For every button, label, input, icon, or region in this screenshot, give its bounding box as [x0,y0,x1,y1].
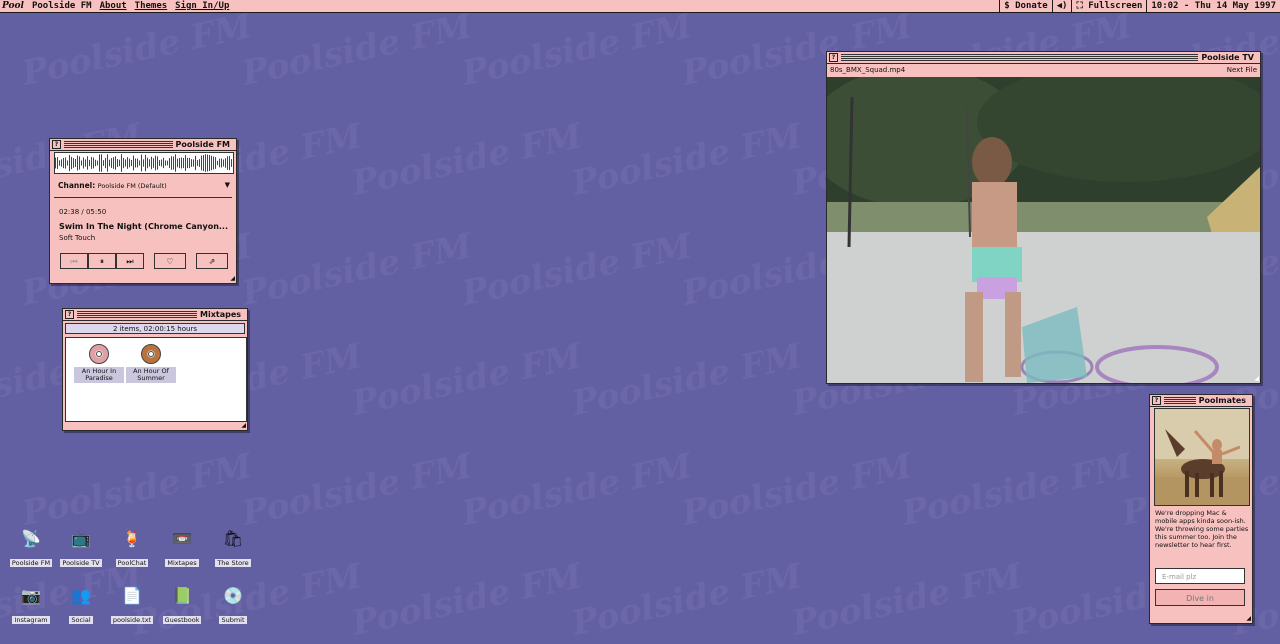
watermark-logo: Poolside FM [568,336,806,424]
document-icon: 📄 [122,586,142,605]
people-icon: 👥 [71,586,91,605]
watermark-logo: Poolside FM [458,446,696,534]
menu-app-name[interactable]: Poolside FM [32,0,92,12]
menubar: Pool Poolside FM About Themes Sign In/Up… [0,0,1280,13]
desktop-icon-mixtapes[interactable]: 📼 Mixtapes [160,528,204,569]
fullscreen-button[interactable]: ⛶ Fullscreen [1071,0,1146,12]
prev-button[interactable]: ⏮ [60,253,88,269]
watermark-logo: Poolside FM [788,556,1026,644]
tv-icon: 📺 [71,529,91,548]
radio-titlebar[interactable]: ? Poolside FM [50,139,236,151]
waveform [54,152,234,174]
pause-button[interactable]: ⏸ [88,253,116,269]
watermark-logo: Poolside FM [18,6,256,94]
video-player[interactable] [827,77,1260,383]
apple-logo[interactable]: Pool [2,0,24,12]
track-time: 02:38 / 05:50 [59,208,107,216]
tv-title: Poolside TV [1198,52,1257,63]
poolmates-titlebar[interactable]: ? Poolmates [1150,395,1252,407]
desktop-icon-submit[interactable]: 💿 Submit [211,585,255,626]
clock: 10:02 - Thu 14 May 1997 [1146,0,1280,12]
watermark-logo: Poolside FM [458,226,696,314]
desktop-icon-poolchat[interactable]: 🍹 PoolChat [110,528,154,569]
desktop-icon-poolside-fm[interactable]: 📡 Poolside FM [9,528,53,569]
close-button[interactable]: ? [52,140,61,149]
mixtapes-titlebar[interactable]: ? Mixtapes [63,309,247,321]
poolmates-photo [1154,408,1250,506]
chevron-down-icon[interactable]: ▼ [225,181,230,189]
mixtapes-title: Mixtapes [197,309,244,320]
desktop-icon-poolside-tv[interactable]: 📺 Poolside TV [59,528,103,569]
desktop-icon-guestbook[interactable]: 📗 Guestbook [160,585,204,626]
cassette-icon: 📼 [172,529,192,548]
share-button[interactable]: ⇗ [196,253,228,269]
desktop-icon-the-store[interactable]: 🛍 The Store [211,528,255,569]
watermark-logo: Poolside FM [238,6,476,94]
shopping-bag-icon: 🛍 [222,529,244,548]
channel-select[interactable]: Channel: Poolside FM (Default) [58,181,167,191]
tv-titlebar[interactable]: ? Poolside TV [827,52,1260,64]
video-filename: 80s_BMX_Squad.mp4 [830,66,906,74]
watermark-logo: Poolside FM [348,116,586,204]
mixtapes-info: 2 items, 02:00:15 hours [65,323,245,334]
watermark-logo: Poolside FM [678,446,916,534]
like-button[interactable]: ♡ [154,253,186,269]
watermark-logo: Poolside FM [898,446,1136,534]
satellite-icon: 📡 [21,529,41,548]
watermark-logo: Poolside FM [458,6,696,94]
next-button[interactable]: ⏭ [116,253,144,269]
donate-button[interactable]: $ Donate [999,0,1051,12]
watermark-logo: Poolside FM [568,116,806,204]
resize-handle[interactable]: ◢ [240,423,246,429]
mixtape-item[interactable]: An Hour In Paradise [74,344,124,383]
close-button[interactable]: ? [1152,396,1161,405]
watermark-logo: Poolside FM [238,226,476,314]
cd-icon [89,344,109,364]
watermark-logo: Poolside FM [18,446,256,534]
fullscreen-icon: ⛶ [1076,1,1089,11]
cd-icon: 💿 [223,586,243,605]
menu-signin[interactable]: Sign In/Up [175,0,229,12]
mixtapes-window: ? Mixtapes 2 items, 02:00:15 hours An Ho… [62,308,248,431]
close-button[interactable]: ? [829,53,838,62]
track-title: Swim In The Night (Chrome Canyon... [59,222,229,231]
resize-handle[interactable]: ◢ [229,276,235,282]
next-file-button[interactable]: Next File [1227,65,1257,75]
poolmates-window: ? Poolmates We're dropping Mac & mobile … [1149,394,1253,624]
volume-button[interactable]: ◀) [1051,0,1072,12]
watermark-logo: Poolside FM [348,336,586,424]
watermark-logo: Poolside FM [348,556,586,644]
poolmates-title: Poolmates [1195,395,1249,406]
cocktail-icon: 🍹 [122,529,142,548]
mixtapes-list: An Hour In Paradise An Hour Of Summer [65,337,247,422]
radio-title: Poolside FM [172,139,233,150]
desktop-icon-social[interactable]: 👥 Social [59,585,103,626]
resize-handle[interactable]: ◢ [1253,376,1259,382]
close-button[interactable]: ? [65,310,74,319]
speaker-icon: ◀) [1056,1,1068,11]
waveform-graphic [55,154,232,172]
tv-window: ? Poolside TV 80s_BMX_Squad.mp4 Next Fil… [826,51,1261,384]
desktop-icon-poolside-txt[interactable]: 📄 poolside.txt [110,585,154,626]
menu-themes[interactable]: Themes [135,0,168,12]
mixtape-item[interactable]: An Hour Of Summer [126,344,176,383]
video-frame [827,77,1260,383]
newsletter-text: We're dropping Mac & mobile apps kinda s… [1155,509,1249,549]
watermark-logo: Poolside FM [238,446,476,534]
email-field[interactable]: E-mail plz [1155,568,1245,584]
book-icon: 📗 [172,586,192,605]
camera-icon: 📷 [21,586,41,605]
radio-window: ? Poolside FM Channel: Poolside FM (Defa… [49,138,237,284]
track-artist: Soft Touch [59,234,96,242]
cd-icon [141,344,161,364]
menu-about[interactable]: About [100,0,127,12]
resize-handle[interactable]: ◢ [1245,616,1251,622]
desktop-icon-instagram[interactable]: 📷 Instagram [9,585,53,626]
watermark-logo: Poolside FM [568,556,806,644]
dive-in-button[interactable]: Dive in [1155,589,1245,606]
